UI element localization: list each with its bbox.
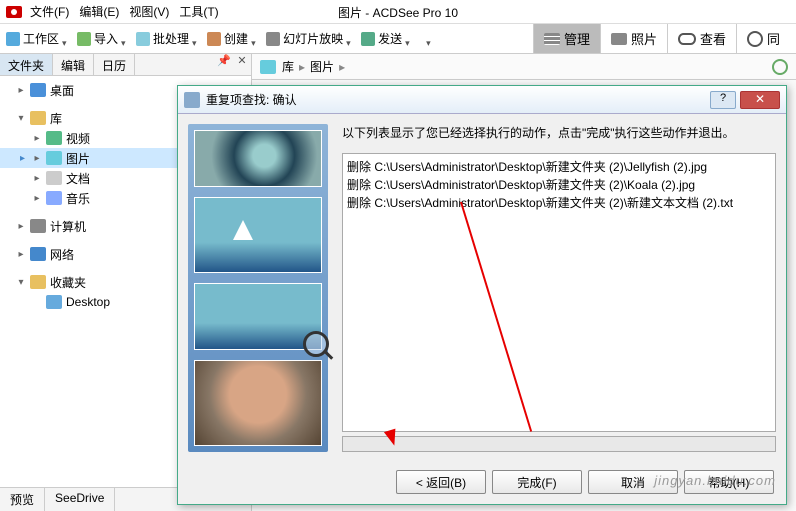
toolbar-import[interactable]: 导入 xyxy=(77,30,128,47)
chevron-down-icon xyxy=(346,35,353,42)
grid-icon xyxy=(544,33,560,45)
panel-tab-edit[interactable]: 编辑 xyxy=(53,54,94,75)
breadcrumb-item[interactable]: 库 xyxy=(282,58,294,75)
node-label: 视频 xyxy=(66,130,90,147)
app-icon xyxy=(6,6,22,18)
window-title: 图片 - ACDSee Pro 10 xyxy=(338,4,458,21)
breadcrumb-item[interactable]: 图片 xyxy=(310,58,334,75)
node-label: 文档 xyxy=(66,170,90,187)
tab-label: 照片 xyxy=(631,29,657,48)
panel-tab-calendar[interactable]: 日历 xyxy=(94,54,135,75)
chevron-down-icon xyxy=(62,35,69,42)
search-icon xyxy=(184,92,200,108)
documents-icon xyxy=(46,171,62,185)
dialog-sidebar-image xyxy=(188,124,328,452)
dialog-titlebar[interactable]: 重复项查找: 确认 ? ✕ xyxy=(178,86,786,114)
favorites-icon xyxy=(30,275,46,289)
toolbar-label: 幻灯片放映 xyxy=(283,30,343,47)
list-item[interactable]: 删除 C:\Users\Administrator\Desktop\新建文件夹 … xyxy=(347,176,771,194)
chevron-right-icon: ▸ xyxy=(299,60,305,74)
close-button[interactable]: ✕ xyxy=(740,91,780,109)
node-label: 网络 xyxy=(50,246,74,263)
video-icon xyxy=(46,131,62,145)
decorative-thumb-sailboat-magnify xyxy=(194,283,322,350)
horizontal-scrollbar[interactable] xyxy=(342,436,776,452)
help-button[interactable]: ? xyxy=(710,91,736,109)
node-label: 计算机 xyxy=(50,218,86,235)
toolbar-label: 创建 xyxy=(224,30,248,47)
pin-icon[interactable]: 📌 xyxy=(215,54,233,75)
menu-view[interactable]: 视图(V) xyxy=(129,3,169,20)
toolbar-batch[interactable]: 批处理 xyxy=(136,30,199,47)
toolbar-label: 批处理 xyxy=(153,30,189,47)
chevron-down-icon xyxy=(251,35,258,42)
node-label: 桌面 xyxy=(50,82,74,99)
menu-edit[interactable]: 编辑(E) xyxy=(79,3,119,20)
mode-tab-view[interactable]: 查看 xyxy=(667,24,736,53)
node-label: 收藏夹 xyxy=(50,274,86,291)
pictures-icon xyxy=(46,151,62,165)
back-button[interactable]: < 返回(B) xyxy=(396,470,486,494)
computer-icon xyxy=(30,219,46,233)
close-panel-icon[interactable]: ✕ xyxy=(233,54,251,75)
chevron-down-icon xyxy=(192,35,199,42)
tab-label: 同 xyxy=(767,29,780,48)
node-label: 库 xyxy=(50,110,62,127)
watermark: jingyan.baidu.com xyxy=(654,473,776,488)
menu-tools[interactable]: 工具(T) xyxy=(179,3,218,20)
toolbar-workspace[interactable]: 工作区 xyxy=(6,30,69,47)
chevron-down-icon xyxy=(405,35,412,42)
toolbar-create[interactable]: 创建 xyxy=(207,30,258,47)
decorative-thumb-portrait xyxy=(194,360,322,446)
chevron-right-icon: ▸ xyxy=(339,60,345,74)
list-item[interactable]: 删除 C:\Users\Administrator\Desktop\新建文件夹 … xyxy=(347,158,771,176)
node-label: Desktop xyxy=(66,295,110,309)
toolbar-label: 导入 xyxy=(94,30,118,47)
node-label: 图片 xyxy=(66,150,90,167)
toolbar-label: 发送 xyxy=(378,30,402,47)
tab-label: 管理 xyxy=(564,29,590,48)
photo-icon xyxy=(611,33,627,45)
decorative-thumb-sailboat xyxy=(194,197,322,273)
toolbar-slideshow[interactable]: 幻灯片放映 xyxy=(266,30,353,47)
menu-file[interactable]: 文件(F) xyxy=(30,3,69,20)
mode-tab-manage[interactable]: 管理 xyxy=(533,24,600,53)
toolbar-send[interactable]: 发送 xyxy=(361,30,412,47)
folder-icon xyxy=(46,295,62,309)
desktop-icon xyxy=(30,83,46,97)
network-icon xyxy=(30,247,46,261)
music-icon xyxy=(46,191,62,205)
breadcrumb: 库 ▸ 图片 ▸ xyxy=(252,54,796,80)
decorative-thumb-eye xyxy=(194,130,322,187)
list-item[interactable]: 删除 C:\Users\Administrator\Desktop\新建文件夹 … xyxy=(347,194,771,212)
mode-tab-photo[interactable]: 照片 xyxy=(600,24,667,53)
panel-tab-folders[interactable]: 文件夹 xyxy=(0,54,53,75)
node-label: 音乐 xyxy=(66,190,90,207)
chevron-down-icon[interactable] xyxy=(426,35,433,42)
dialog-title: 重复项查找: 确认 xyxy=(206,91,297,108)
eye-icon xyxy=(678,33,696,45)
library-icon xyxy=(30,111,46,125)
action-list[interactable]: 删除 C:\Users\Administrator\Desktop\新建文件夹 … xyxy=(342,153,776,432)
pictures-icon xyxy=(260,60,276,74)
toolbar: 工作区 导入 批处理 创建 幻灯片放映 发送 管理 照片 查看 同 xyxy=(0,24,796,54)
duplicate-finder-dialog: 重复项查找: 确认 ? ✕ 以下列表显示了您已经选择执行的动作，点击"完成"执行… xyxy=(177,85,787,505)
mode-tab-sync[interactable]: 同 xyxy=(736,24,790,53)
dialog-message: 以下列表显示了您已经选择执行的动作，点击"完成"执行这些动作并退出。 xyxy=(342,124,776,141)
chevron-down-icon xyxy=(121,35,128,42)
toolbar-label: 工作区 xyxy=(23,30,59,47)
sync-icon xyxy=(747,31,763,47)
bottom-tab-preview[interactable]: 预览 xyxy=(0,488,45,511)
tab-label: 查看 xyxy=(700,29,726,48)
magnifier-icon xyxy=(303,331,329,357)
bottom-tab-seedrive[interactable]: SeeDrive xyxy=(45,488,115,511)
refresh-icon[interactable] xyxy=(772,59,788,75)
finish-button[interactable]: 完成(F) xyxy=(492,470,582,494)
